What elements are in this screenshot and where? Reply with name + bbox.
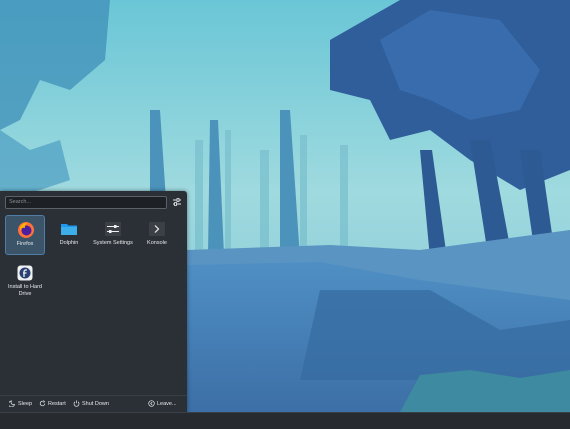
app-konsole[interactable]: Konsole bbox=[137, 215, 177, 255]
firefox-icon bbox=[18, 222, 34, 238]
leave-icon bbox=[148, 400, 155, 407]
app-label: Firefox bbox=[16, 241, 34, 247]
leave-button[interactable]: Leave... bbox=[148, 399, 177, 410]
taskbar bbox=[0, 412, 570, 429]
restart-icon bbox=[39, 400, 46, 407]
launcher-footer: Sleep Restart Shut Down Leave... bbox=[0, 395, 187, 413]
app-dolphin[interactable]: Dolphin bbox=[49, 215, 89, 255]
restart-button[interactable]: Restart bbox=[39, 399, 66, 410]
settings-icon bbox=[105, 222, 121, 236]
terminal-icon bbox=[149, 222, 165, 236]
search-input[interactable]: Search... bbox=[5, 196, 167, 209]
app-firefox[interactable]: Firefox bbox=[5, 215, 45, 255]
leave-label: Leave... bbox=[157, 401, 177, 407]
sleep-icon bbox=[8, 400, 15, 408]
app-system-settings[interactable]: System Settings bbox=[93, 215, 133, 255]
sleep-label: Sleep bbox=[18, 401, 33, 407]
app-label: System Settings bbox=[93, 240, 133, 246]
app-install-to-hard-drive[interactable]: Install to Hard Drive bbox=[5, 259, 45, 303]
power-icon bbox=[73, 400, 80, 407]
sleep-button[interactable]: Sleep bbox=[8, 399, 33, 410]
app-label: Install to Hard Drive bbox=[8, 284, 42, 297]
restart-label: Restart bbox=[48, 401, 66, 407]
app-label: Dolphin bbox=[59, 240, 79, 246]
configure-icon[interactable] bbox=[171, 196, 183, 208]
folder-icon bbox=[61, 224, 77, 235]
shutdown-label: Shut Down bbox=[82, 401, 109, 407]
fedora-installer-icon bbox=[17, 265, 33, 281]
shutdown-button[interactable]: Shut Down bbox=[73, 399, 109, 410]
application-launcher: Search... Firefox Dolphin System Setting bbox=[0, 191, 187, 412]
app-label: Konsole bbox=[147, 240, 167, 246]
